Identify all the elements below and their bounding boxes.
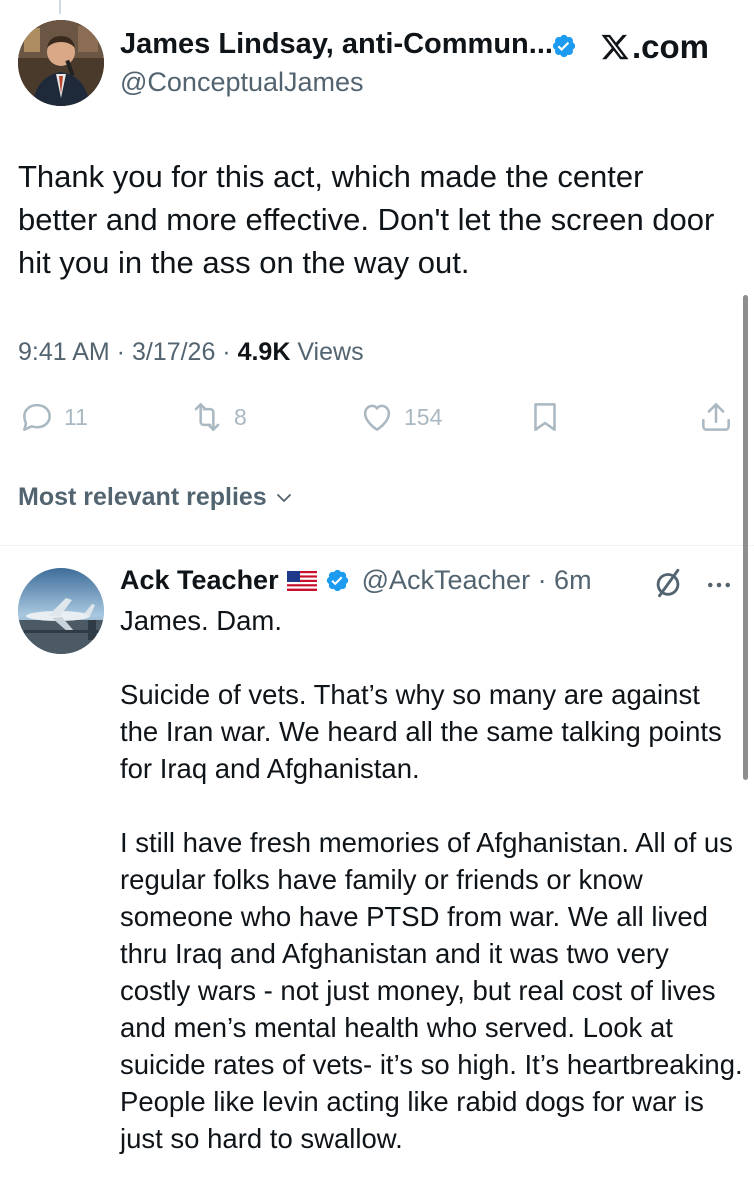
scrollbar[interactable]	[743, 295, 748, 780]
reply-count: 11	[64, 403, 88, 430]
reply-author-handle-and-time[interactable]: @AckTeacher · 6m	[362, 565, 592, 596]
repost-arrows-icon	[194, 403, 220, 431]
reply-sort-selector[interactable]: Most relevant replies	[18, 483, 293, 512]
thread-connector-line	[59, 0, 61, 14]
tweet-meta: 9:41 AM · 3/17/26 · 4.9K Views	[18, 338, 364, 367]
us-flag-icon	[286, 570, 317, 591]
speech-bubble-icon	[23, 403, 51, 431]
verified-badge-icon	[552, 34, 576, 58]
bookmark-button[interactable]	[526, 398, 564, 436]
repost-count: 8	[234, 403, 247, 430]
reply-paragraph: Suicide of vets. That’s why so many are …	[120, 679, 722, 784]
ellipsis-icon[interactable]	[704, 570, 734, 600]
repost-button[interactable]: 8	[188, 398, 247, 436]
reply-sort-label: Most relevant replies	[18, 483, 267, 511]
tweet-actions-bar: 11 8 154	[0, 398, 754, 442]
verified-badge-icon	[326, 569, 348, 592]
bookmark-icon	[534, 403, 556, 431]
views-label: Views	[290, 338, 364, 366]
section-divider	[0, 545, 754, 546]
tweet-detail-screen: James Lindsay, anti-Commun... @Conceptua…	[0, 0, 754, 1200]
x-com-watermark: .com	[600, 28, 709, 66]
reply-button[interactable]: 11	[18, 398, 88, 436]
like-button[interactable]: 154	[358, 398, 442, 436]
brand-domain-text: .com	[632, 28, 710, 65]
author-avatar[interactable]	[18, 20, 104, 106]
x-logo-icon	[601, 34, 629, 60]
reply-author-avatar[interactable]	[18, 568, 104, 654]
like-count: 154	[404, 403, 443, 430]
tweet-timestamp[interactable]: 9:41 AM · 3/17/26 ·	[18, 338, 238, 366]
heart-icon	[363, 404, 391, 431]
tweet-text: Thank you for this act, which made the c…	[18, 159, 715, 280]
reply-author-name[interactable]: Ack Teacher	[120, 565, 279, 596]
views-count[interactable]: 4.9K	[238, 338, 291, 366]
reply-paragraph: James. Dam.	[120, 605, 282, 636]
grok-slash-circle-icon[interactable]	[651, 566, 685, 600]
author-name[interactable]: James Lindsay, anti-Commun...	[120, 28, 553, 61]
reply-paragraph: I still have fresh memories of Afghanist…	[120, 827, 743, 1154]
share-button[interactable]	[697, 398, 735, 436]
author-handle[interactable]: @ConceptualJames	[120, 67, 364, 98]
reply-text: James. Dam. Suicide of vets. That’s why …	[120, 602, 745, 1157]
chevron-down-icon	[276, 493, 291, 502]
reply-header: Ack Teacher @AckTeacher · 6m	[120, 565, 592, 596]
share-upload-icon	[702, 403, 730, 431]
